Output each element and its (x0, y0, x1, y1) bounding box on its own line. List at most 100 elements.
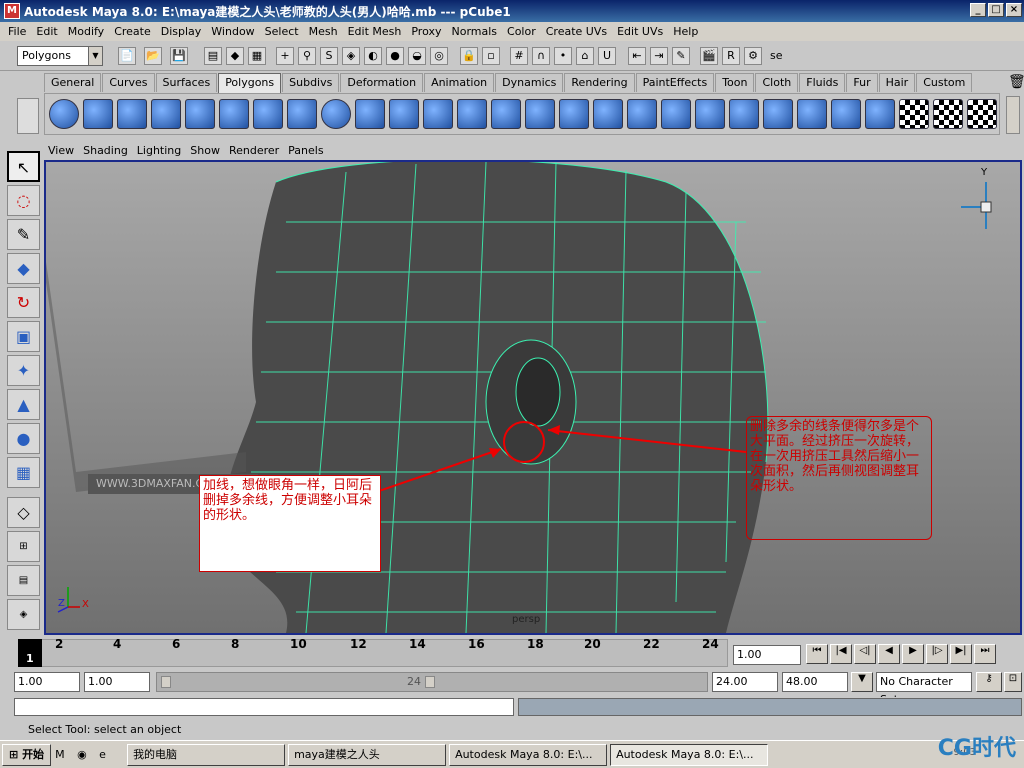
smooth-proxy-icon[interactable] (457, 99, 487, 129)
bridge-icon[interactable] (593, 99, 623, 129)
merge-vertices-icon[interactable] (695, 99, 725, 129)
minimize-button[interactable]: _ (970, 3, 986, 17)
mask-surfaces-icon[interactable]: ◈ (342, 47, 360, 65)
cylindrical-mapping-icon[interactable] (899, 99, 929, 129)
manipulator-tool-icon[interactable]: ✦ (7, 355, 40, 386)
task-folder[interactable]: maya建模之人头 (288, 743, 447, 766)
panel-menu-lighting[interactable]: Lighting (137, 144, 190, 157)
persp-graph-layout-icon[interactable]: ◈ (7, 599, 40, 630)
range-end-handle[interactable] (425, 676, 435, 688)
panel-menu-shading[interactable]: Shading (83, 144, 137, 157)
close-button[interactable]: × (1006, 3, 1022, 17)
insert-edge-loop-icon[interactable] (627, 99, 657, 129)
play-forward-icon[interactable]: ▶ (902, 644, 924, 664)
rotate-tool-icon[interactable]: ↻ (7, 287, 40, 318)
open-scene-icon[interactable]: 📂 (144, 47, 162, 65)
shelf-menu-icon[interactable] (17, 98, 39, 134)
extrude-face-icon[interactable] (491, 99, 521, 129)
mask-misc-icon[interactable]: ◎ (430, 47, 448, 65)
tab-polygons[interactable]: Polygons (218, 73, 282, 93)
quicklaunch-ie-icon[interactable]: e (99, 748, 119, 761)
menu-normals[interactable]: Normals (447, 25, 503, 38)
highlight-selection-icon[interactable]: ▫ (482, 47, 500, 65)
tab-toon[interactable]: Toon (715, 73, 755, 92)
poly-cone-icon[interactable] (151, 99, 181, 129)
shelf-scrollbar[interactable] (1006, 96, 1020, 134)
tab-dynamics[interactable]: Dynamics (495, 73, 564, 92)
move-tool-icon[interactable]: ◆ (7, 253, 40, 284)
menu-edit[interactable]: Edit (32, 25, 63, 38)
go-to-start-icon[interactable]: ⏮ (806, 644, 828, 664)
make-live-icon[interactable]: U (598, 47, 616, 65)
snap-curve-icon[interactable]: ∩ (532, 47, 550, 65)
extract-icon[interactable] (423, 99, 453, 129)
panel-menu-renderer[interactable]: Renderer (229, 144, 288, 157)
append-polygon-icon[interactable] (559, 99, 589, 129)
snap-view-plane-icon[interactable]: ⌂ (576, 47, 594, 65)
tab-curves[interactable]: Curves (102, 73, 155, 92)
render-frame-icon[interactable]: 🎬 (700, 47, 718, 65)
lock-selection-icon[interactable]: 🔒 (460, 47, 478, 65)
last-used-tool-icon[interactable]: ▦ (7, 457, 40, 488)
key-icon[interactable]: ⚷ (976, 672, 1002, 692)
time-slider[interactable]: 1 2 4 6 8 10 12 14 16 18 20 22 24 1.00 ⏮… (0, 637, 1024, 669)
range-start-handle[interactable] (161, 676, 171, 688)
split-polygon-icon[interactable] (525, 99, 555, 129)
poly-soccer-ball-icon[interactable] (321, 99, 351, 129)
menu-color[interactable]: Color (503, 25, 542, 38)
show-manipulator-tool-icon[interactable]: ● (7, 423, 40, 454)
quicklaunch-maya-icon[interactable]: M (55, 748, 75, 761)
save-scene-icon[interactable]: 💾 (170, 47, 188, 65)
select-component-icon[interactable]: ▦ (248, 47, 266, 65)
tab-subdivs[interactable]: Subdivs (282, 73, 340, 92)
menu-edit-mesh[interactable]: Edit Mesh (344, 25, 408, 38)
command-input[interactable] (14, 698, 514, 716)
end-time-field[interactable]: 48.00 (782, 672, 848, 692)
tab-animation[interactable]: Animation (424, 73, 495, 92)
render-settings-icon[interactable]: ⚙ (744, 47, 762, 65)
snap-grid-icon[interactable]: # (510, 47, 528, 65)
select-hierarchy-icon[interactable]: ▤ (204, 47, 222, 65)
task-maya-2[interactable]: Autodesk Maya 8.0: E:\... (610, 743, 769, 766)
menu-modify[interactable]: Modify (64, 25, 110, 38)
menu-help[interactable]: Help (669, 25, 704, 38)
separate-icon[interactable] (389, 99, 419, 129)
menu-create-uvs[interactable]: Create UVs (542, 25, 613, 38)
triangulate-icon[interactable] (831, 99, 861, 129)
mask-joints-icon[interactable]: ⚲ (298, 47, 316, 65)
poly-cube-icon[interactable] (83, 99, 113, 129)
tab-cloth[interactable]: Cloth (755, 73, 799, 92)
tab-painteffects[interactable]: PaintEffects (635, 73, 715, 92)
tab-deformation[interactable]: Deformation (340, 73, 424, 92)
tab-hair[interactable]: Hair (878, 73, 916, 92)
menu-mesh[interactable]: Mesh (305, 25, 344, 38)
tab-surfaces[interactable]: Surfaces (155, 73, 218, 92)
spherical-mapping-icon[interactable] (933, 99, 963, 129)
mask-deformations-icon[interactable]: ◐ (364, 47, 382, 65)
mask-handles-icon[interactable]: + (276, 47, 294, 65)
start-time-field[interactable]: 1.00 (14, 672, 80, 692)
ipr-render-icon[interactable]: R (722, 47, 740, 65)
persp-outliner-layout-icon[interactable]: ▤ (7, 565, 40, 596)
animation-prefs-icon[interactable]: ⊡ (1004, 672, 1022, 692)
single-perspective-layout-icon[interactable]: ◇ (7, 497, 40, 528)
perspective-viewport[interactable]: WWW.3DMAXFAN.COM persp Y Z X 加线，想做眼角一样，日… (44, 160, 1022, 635)
select-tool-icon[interactable]: ↖ (7, 151, 40, 182)
poly-prism-icon[interactable] (253, 99, 283, 129)
soft-mod-tool-icon[interactable]: ▲ (7, 389, 40, 420)
step-forward-key-icon[interactable]: ▶| (950, 644, 972, 664)
tab-custom[interactable]: Custom (916, 73, 973, 92)
maximize-button[interactable]: □ (988, 3, 1004, 17)
poly-torus-icon[interactable] (219, 99, 249, 129)
fill-hole-icon[interactable] (763, 99, 793, 129)
poly-plane-icon[interactable] (185, 99, 215, 129)
combine-icon[interactable] (355, 99, 385, 129)
task-maya-1[interactable]: Autodesk Maya 8.0: E:\... (449, 743, 608, 766)
planar-mapping-icon[interactable] (865, 99, 895, 129)
step-back-key-icon[interactable]: |◀ (830, 644, 852, 664)
range-slider[interactable]: 24 (156, 672, 708, 692)
four-view-layout-icon[interactable]: ⊞ (7, 531, 40, 562)
playback-start-field[interactable]: 1.00 (84, 672, 150, 692)
new-scene-icon[interactable]: 📄 (118, 47, 136, 65)
trash-icon[interactable]: 🗑 (1008, 74, 1024, 90)
